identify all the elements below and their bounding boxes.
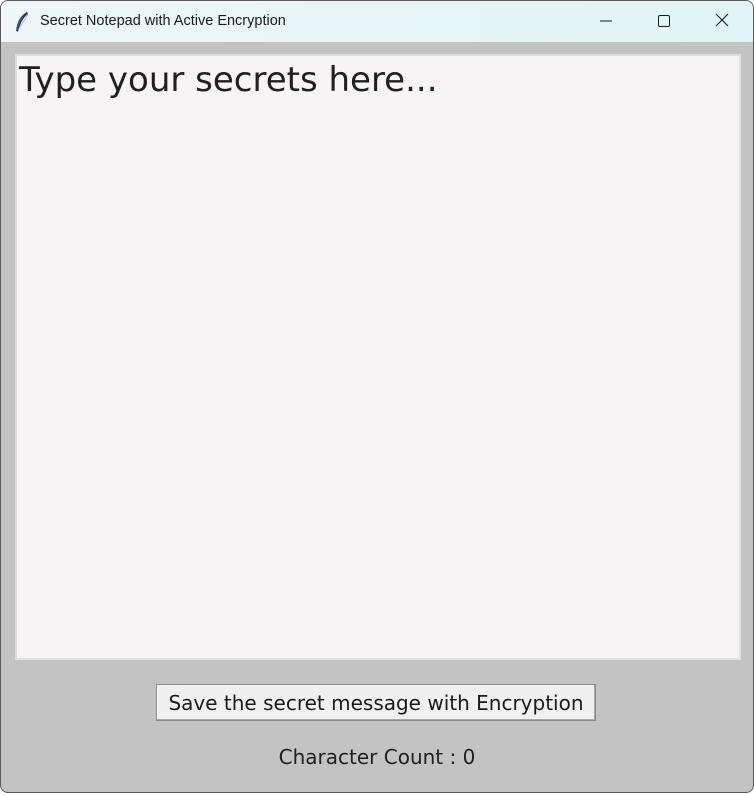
maximize-icon	[658, 12, 670, 31]
save-encrypted-button[interactable]: Save the secret message with Encryption	[156, 684, 596, 721]
close-icon	[715, 12, 729, 31]
character-count: Character Count : 0	[1, 745, 753, 769]
feather-icon	[13, 11, 31, 33]
character-count-label: Character Count :	[278, 745, 463, 769]
maximize-button[interactable]	[635, 1, 693, 42]
close-button[interactable]	[693, 1, 751, 42]
secret-text-editor[interactable]: Type your secrets here...	[15, 54, 741, 660]
window-title: Secret Notepad with Active Encryption	[40, 13, 286, 29]
minimize-button[interactable]	[577, 1, 635, 42]
app-window: Secret Notepad with Active Encryption Ty…	[0, 0, 754, 793]
character-count-value: 0	[462, 745, 476, 769]
editor-text: Type your secrets here...	[19, 60, 438, 100]
minimize-icon	[600, 12, 612, 31]
title-bar[interactable]: Secret Notepad with Active Encryption	[1, 1, 753, 42]
